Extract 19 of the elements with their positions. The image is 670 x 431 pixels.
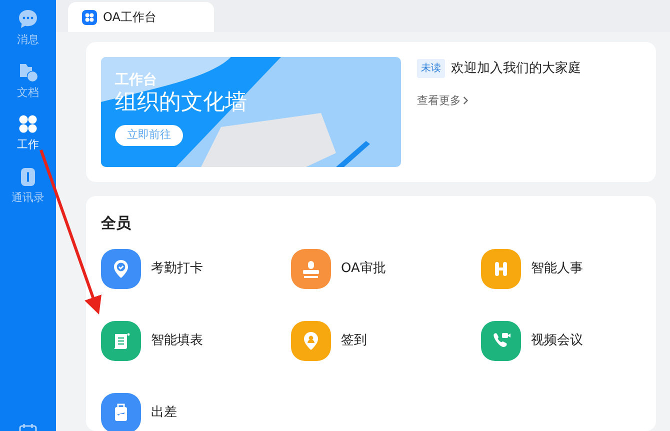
apps-grid-icon	[17, 113, 39, 135]
app-item[interactable]: 出差	[101, 392, 291, 431]
notice-text[interactable]: 欢迎加入我们的大家庭	[451, 59, 581, 78]
pencil-drawing	[336, 141, 370, 167]
chevron-right-icon	[463, 96, 469, 106]
app-item[interactable]: OA审批	[291, 248, 481, 288]
sidebar-item[interactable]: 工作	[0, 113, 56, 154]
unread-badge: 未读	[417, 59, 445, 78]
app-item[interactable]: 智能填表	[101, 320, 291, 360]
app-item[interactable]: 签到	[291, 320, 481, 360]
app-item[interactable]: 视频会议	[481, 320, 651, 360]
app-item[interactable]: 智能人事	[481, 248, 651, 288]
workbench-icon	[82, 10, 97, 24]
view-more-link[interactable]: 查看更多	[417, 92, 581, 109]
tab[interactable]: OA工作台	[68, 2, 214, 32]
app-item[interactable]: 考勤打卡	[101, 248, 291, 288]
section-title: 全员	[101, 213, 132, 234]
banner-subtitle: 工作台	[115, 71, 157, 89]
chat-icon	[17, 8, 39, 30]
